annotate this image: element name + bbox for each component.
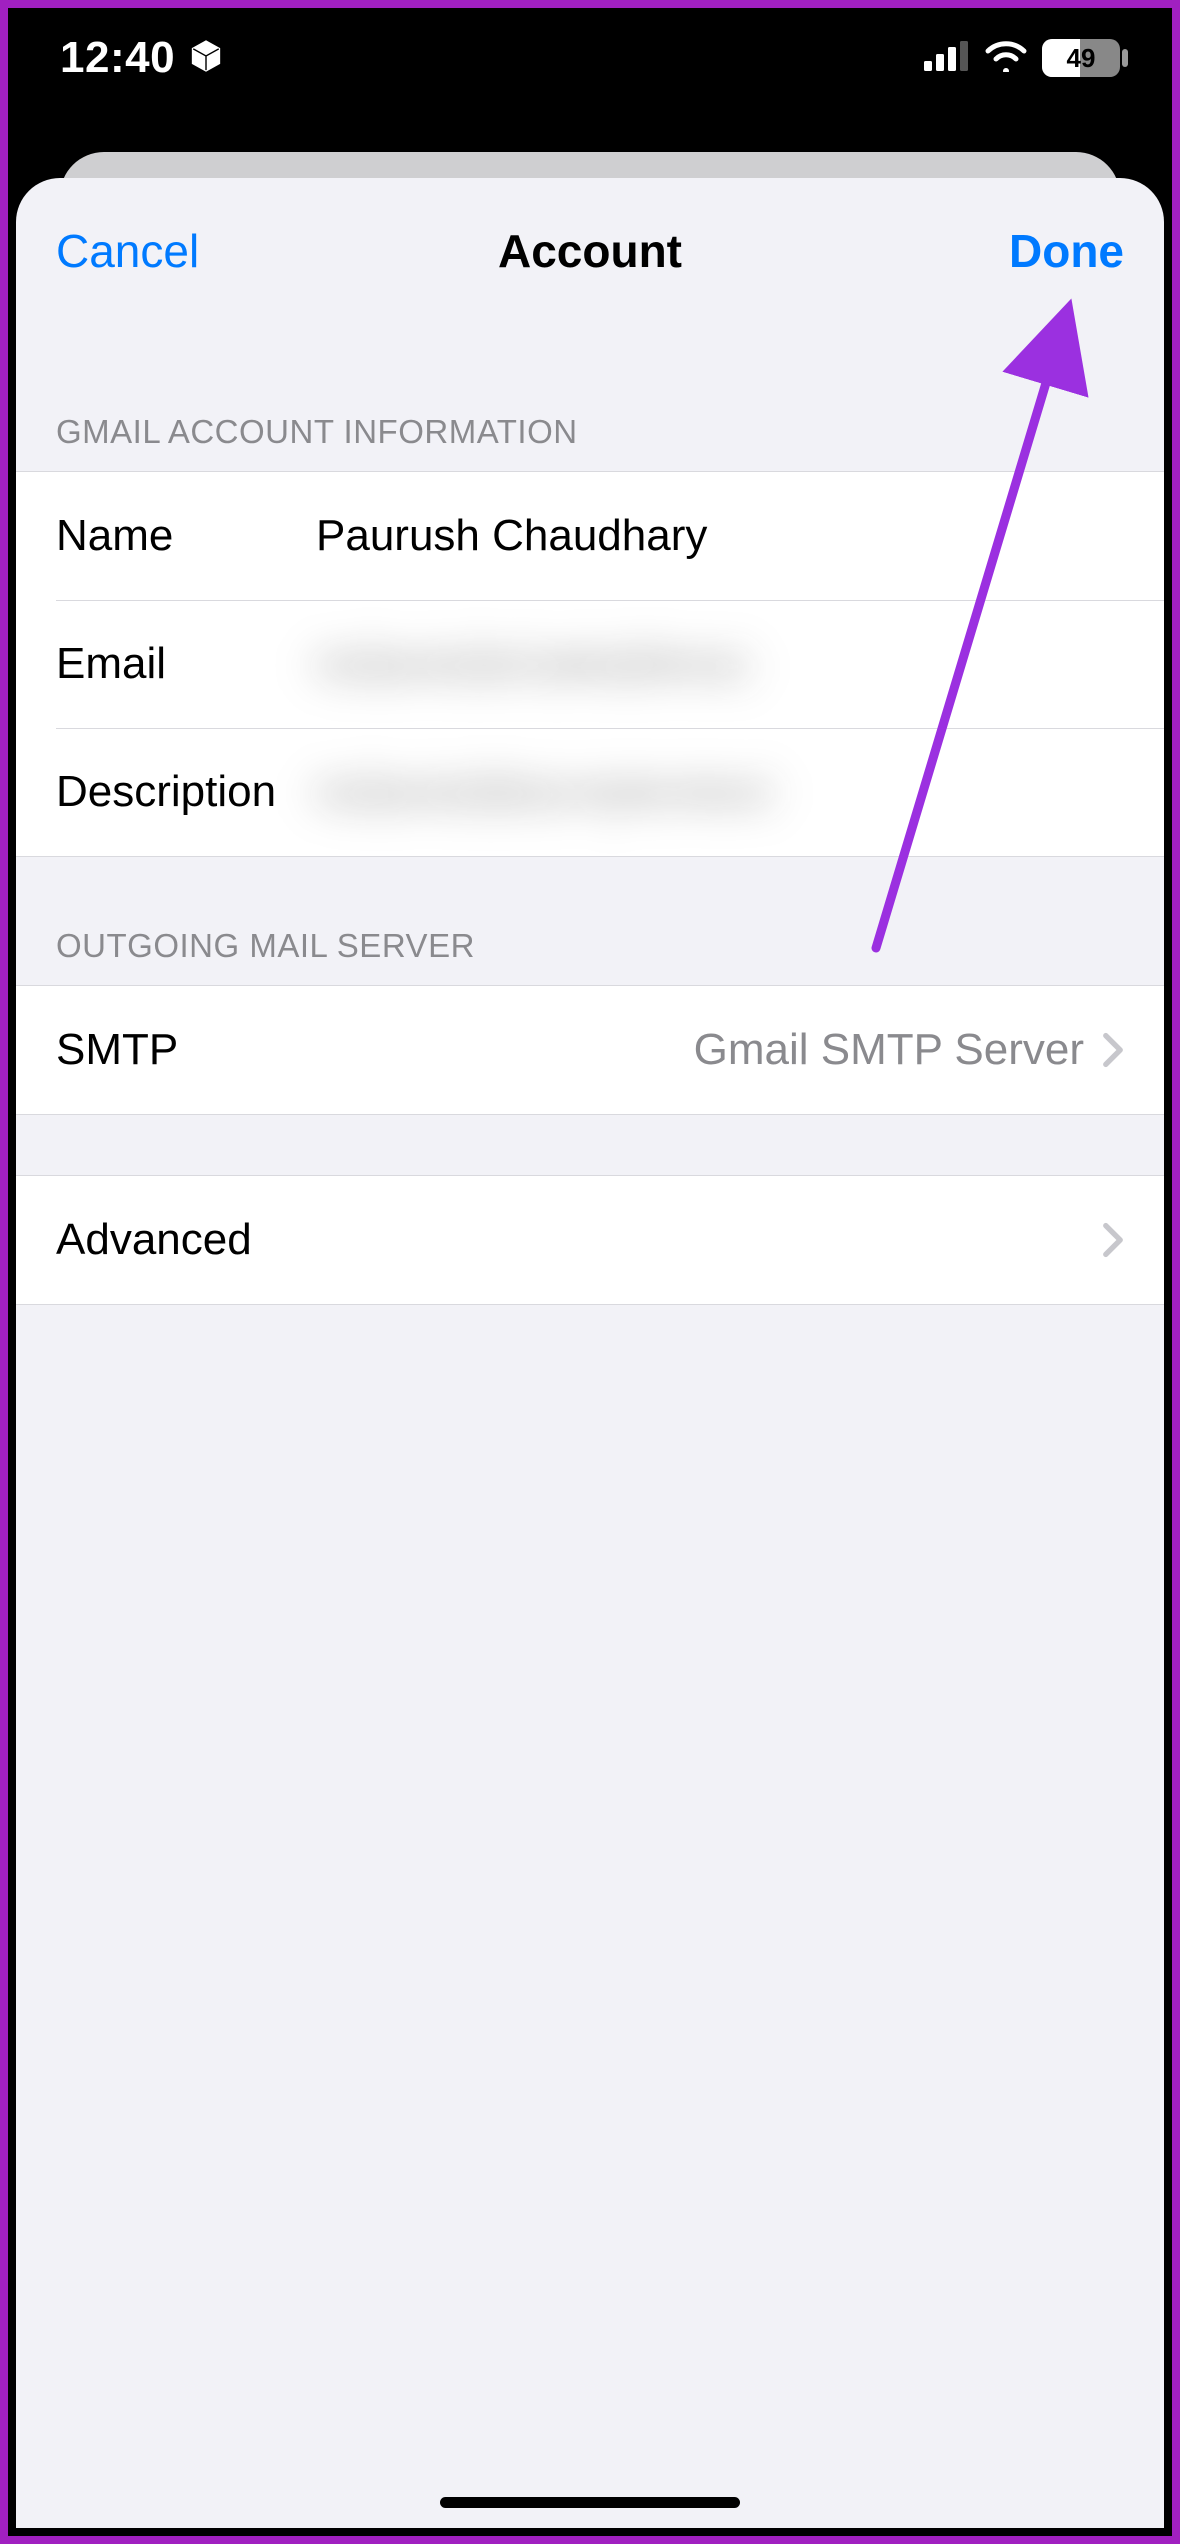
chevron-right-icon bbox=[1102, 1222, 1124, 1258]
email-row[interactable]: Email redactedemailaddress bbox=[16, 600, 1164, 728]
done-button[interactable]: Done bbox=[1009, 224, 1124, 278]
smtp-row[interactable]: SMTP Gmail SMTP Server bbox=[16, 986, 1164, 1114]
account-info-group: Name Paurush Chaudhary Email redactedema… bbox=[16, 471, 1164, 857]
smtp-value: Gmail SMTP Server bbox=[178, 1025, 1102, 1075]
description-row[interactable]: Description redacteddescriptiontext bbox=[16, 728, 1164, 856]
status-bar: 12:40 bbox=[8, 8, 1172, 108]
cancel-button[interactable]: Cancel bbox=[56, 224, 199, 278]
status-left: 12:40 bbox=[60, 33, 223, 83]
nav-bar: Cancel Account Done bbox=[16, 178, 1164, 323]
cellular-icon bbox=[924, 41, 970, 76]
description-label: Description bbox=[56, 767, 316, 817]
outgoing-header: OUTGOING MAIL SERVER bbox=[16, 927, 1164, 985]
smtp-label: SMTP bbox=[56, 1025, 178, 1075]
battery-level: 49 bbox=[1067, 43, 1096, 74]
status-time: 12:40 bbox=[60, 33, 175, 83]
package-icon bbox=[189, 39, 223, 78]
name-value[interactable]: Paurush Chaudhary bbox=[316, 511, 1124, 561]
advanced-label: Advanced bbox=[56, 1215, 1102, 1265]
name-row[interactable]: Name Paurush Chaudhary bbox=[16, 472, 1164, 600]
advanced-row[interactable]: Advanced bbox=[16, 1176, 1164, 1304]
battery-icon: 49 bbox=[1042, 39, 1120, 77]
smtp-group: SMTP Gmail SMTP Server bbox=[16, 985, 1164, 1115]
status-right: 49 bbox=[924, 39, 1120, 77]
account-info-header: GMAIL ACCOUNT INFORMATION bbox=[16, 413, 1164, 471]
wifi-icon bbox=[984, 40, 1028, 77]
name-label: Name bbox=[56, 511, 316, 561]
description-value[interactable]: redacteddescriptiontext bbox=[316, 767, 1124, 817]
email-label: Email bbox=[56, 639, 316, 689]
email-value[interactable]: redactedemailaddress bbox=[316, 639, 1124, 689]
home-indicator[interactable] bbox=[440, 2497, 740, 2508]
advanced-group: Advanced bbox=[16, 1175, 1164, 1305]
chevron-right-icon bbox=[1102, 1032, 1124, 1068]
phone-frame: 12:40 bbox=[8, 8, 1172, 2536]
account-sheet: Cancel Account Done GMAIL ACCOUNT INFORM… bbox=[16, 178, 1164, 2528]
